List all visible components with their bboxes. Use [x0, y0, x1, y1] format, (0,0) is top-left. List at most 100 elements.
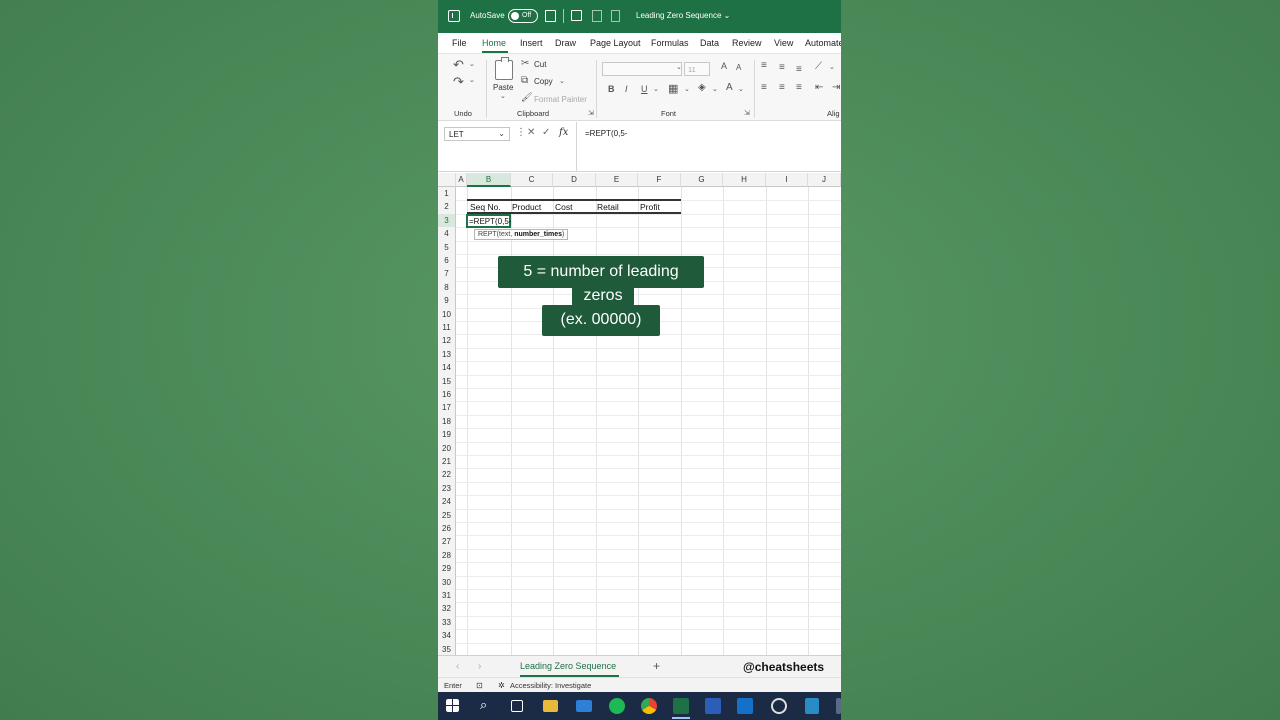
column-header-j[interactable]: J: [808, 173, 841, 187]
cut-button[interactable]: Cut: [534, 60, 546, 69]
cell-d2-cost[interactable]: Cost: [555, 202, 572, 212]
tab-data[interactable]: Data: [700, 38, 719, 48]
row-header-6[interactable]: 6: [438, 254, 456, 268]
row-header-35[interactable]: 35: [438, 642, 456, 656]
undo-icon[interactable]: ↶: [453, 57, 464, 73]
clipboard-launcher-icon[interactable]: ⇲: [588, 109, 594, 117]
row-header-16[interactable]: 16: [438, 388, 456, 402]
row-header-22[interactable]: 22: [438, 468, 456, 482]
enter-check-icon[interactable]: ✓: [542, 127, 550, 138]
save-icon[interactable]: [545, 10, 556, 22]
tab-insert[interactable]: Insert: [520, 38, 543, 48]
row-header-11[interactable]: 11: [438, 321, 456, 335]
task-view-icon[interactable]: [511, 700, 523, 712]
paste-icon[interactable]: [495, 57, 513, 80]
file-explorer-icon[interactable]: [543, 700, 558, 712]
format-painter-button[interactable]: Format Painter: [534, 95, 587, 104]
select-all-corner[interactable]: [438, 173, 456, 187]
row-header-3[interactable]: 3: [438, 213, 456, 228]
row-header-15[interactable]: 15: [438, 374, 456, 388]
chrome-icon[interactable]: [641, 698, 657, 714]
column-header-f[interactable]: F: [638, 173, 681, 187]
autosave-toggle[interactable]: Off: [508, 9, 538, 23]
row-header-14[interactable]: 14: [438, 361, 456, 375]
fill-color-dropdown-icon[interactable]: ⌄: [712, 85, 718, 93]
font-size-box[interactable]: 11: [684, 62, 710, 76]
row-header-24[interactable]: 24: [438, 495, 456, 509]
redo-icon[interactable]: ↷: [453, 74, 464, 90]
row-header-28[interactable]: 28: [438, 548, 456, 563]
next-sheet-icon[interactable]: ›: [478, 661, 481, 672]
redo-dropdown-icon[interactable]: ⌄: [469, 76, 475, 84]
column-header-h[interactable]: H: [723, 173, 766, 187]
column-header-g[interactable]: G: [681, 173, 723, 187]
decrease-font-icon[interactable]: A: [736, 63, 741, 72]
align-center-icon[interactable]: ≡: [779, 82, 785, 93]
orientation-icon[interactable]: ⟋: [815, 61, 822, 72]
prev-sheet-icon[interactable]: ‹: [456, 661, 459, 672]
column-header-c[interactable]: C: [511, 173, 553, 187]
document-icon[interactable]: [592, 10, 602, 22]
row-header-30[interactable]: 30: [438, 575, 456, 589]
formula-input[interactable]: =REPT(0,5-: [576, 122, 841, 172]
align-bottom-icon[interactable]: ≡: [796, 64, 802, 75]
add-sheet-button[interactable]: +: [653, 659, 660, 673]
tab-home[interactable]: Home: [482, 38, 506, 48]
row-header-33[interactable]: 33: [438, 615, 456, 630]
borders-icon[interactable]: ▦: [668, 82, 678, 95]
increase-font-icon[interactable]: A: [721, 61, 727, 71]
cell-e2-retail[interactable]: Retail: [597, 202, 619, 212]
column-header-i[interactable]: I: [766, 173, 808, 187]
font-color-icon[interactable]: A: [726, 82, 733, 93]
spotify-icon[interactable]: [609, 698, 625, 714]
format-painter-icon[interactable]: 🖌: [521, 92, 532, 103]
fill-color-icon[interactable]: ◈: [698, 82, 706, 93]
accessibility-icon[interactable]: ✲: [498, 681, 505, 690]
row-header-18[interactable]: 18: [438, 414, 456, 429]
align-middle-icon[interactable]: ≡: [779, 62, 785, 73]
word-icon[interactable]: [705, 698, 721, 714]
column-header-e[interactable]: E: [596, 173, 638, 187]
font-launcher-icon[interactable]: ⇲: [744, 109, 750, 117]
row-header-13[interactable]: 13: [438, 347, 456, 362]
sheet-tab-leading-zero-sequence[interactable]: Leading Zero Sequence: [520, 656, 619, 678]
row-header-27[interactable]: 27: [438, 535, 456, 549]
copy-dropdown-icon[interactable]: ⌄: [559, 77, 565, 85]
row-header-5[interactable]: 5: [438, 240, 456, 254]
insert-function-icon[interactable]: fx: [559, 127, 568, 138]
accessibility-status[interactable]: Accessibility: Investigate: [510, 681, 591, 690]
bold-button[interactable]: B: [608, 84, 615, 94]
row-header-20[interactable]: 20: [438, 441, 456, 455]
row-header-10[interactable]: 10: [438, 307, 456, 321]
align-top-icon[interactable]: ≡: [761, 60, 767, 71]
active-cell-b3[interactable]: =REPT(0,5-: [466, 214, 511, 228]
app-icon-partial[interactable]: [836, 698, 841, 714]
row-header-25[interactable]: 25: [438, 508, 456, 522]
cancel-icon[interactable]: ✕: [527, 127, 535, 138]
name-box-dropdown-icon[interactable]: ⌄: [498, 129, 505, 138]
font-name-box[interactable]: [602, 62, 682, 76]
tab-file[interactable]: File: [452, 38, 467, 48]
row-header-21[interactable]: 21: [438, 455, 456, 469]
mail-icon[interactable]: [576, 700, 592, 712]
orientation-dropdown-icon[interactable]: ⌄: [829, 63, 835, 71]
copy-button[interactable]: Copy: [534, 77, 553, 86]
decrease-indent-icon[interactable]: ⇤: [815, 82, 823, 93]
row-header-29[interactable]: 29: [438, 562, 456, 576]
row-header-12[interactable]: 12: [438, 334, 456, 348]
font-color-dropdown-icon[interactable]: ⌄: [738, 85, 744, 93]
column-header-a[interactable]: A: [456, 173, 467, 187]
row-header-7[interactable]: 7: [438, 267, 456, 281]
cell-c2-product[interactable]: Product: [512, 202, 541, 212]
search-icon[interactable]: ⌕: [480, 697, 487, 713]
tab-formulas[interactable]: Formulas: [651, 38, 689, 48]
row-header-19[interactable]: 19: [438, 428, 456, 442]
windows-start-icon[interactable]: [446, 699, 459, 712]
worksheet-grid[interactable]: A B C D E F G H I J 1 2 3 4 5 6 7 8 9 10 11 12 13 14 1…: [438, 173, 841, 657]
cell-f2-profit[interactable]: Profit: [640, 202, 660, 212]
underline-button[interactable]: U: [641, 84, 648, 94]
row-header-2[interactable]: 2: [438, 200, 456, 214]
font-name-dropdown-icon[interactable]: ⌄: [676, 63, 682, 71]
recorder-icon[interactable]: [771, 698, 787, 714]
column-header-b[interactable]: B: [467, 173, 511, 187]
